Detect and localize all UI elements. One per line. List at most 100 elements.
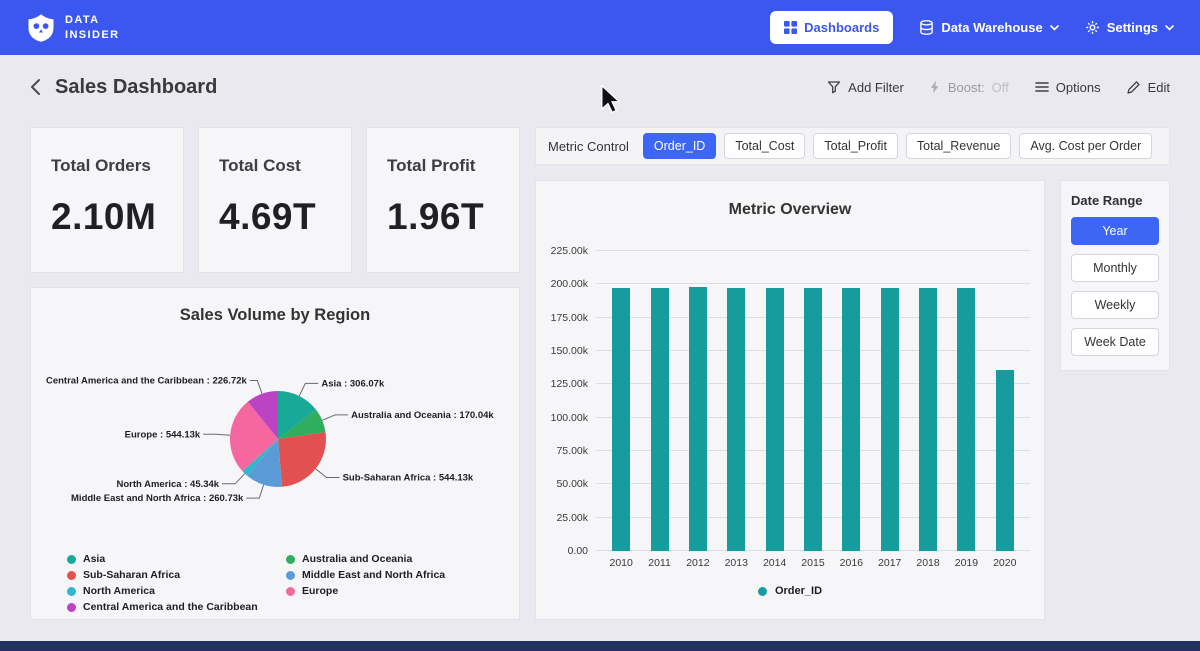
page-title: Sales Dashboard	[55, 76, 217, 99]
legend-dot	[67, 603, 76, 612]
y-axis-tick: 175.00k	[551, 312, 588, 324]
legend-item-sub-saharan-africa: Sub-Saharan Africa	[67, 569, 280, 581]
bar-2010[interactable]	[612, 288, 630, 551]
add-filter-label: Add Filter	[848, 80, 904, 95]
date-range-button-monthly[interactable]: Monthly	[1071, 254, 1159, 282]
legend-label: Order_ID	[775, 585, 822, 597]
bar-2011[interactable]	[651, 288, 669, 551]
pencil-icon	[1127, 80, 1141, 94]
legend-label: Central America and the Caribbean	[83, 601, 258, 613]
pie-callout-line	[316, 469, 340, 478]
metric-button-order-id[interactable]: Order_ID	[643, 133, 716, 159]
pie-chart-card: Sales Volume by Region Asia : 306.07kAus…	[30, 287, 520, 620]
legend-item-europe: Europe	[286, 585, 499, 597]
legend-item-asia: Asia	[67, 553, 280, 565]
edit-button[interactable]: Edit	[1127, 80, 1170, 95]
logo[interactable]: DATA INSIDER	[26, 13, 119, 43]
database-icon	[919, 20, 934, 35]
dashboards-button[interactable]: Dashboards	[770, 11, 893, 44]
plot-area	[596, 235, 1030, 551]
pie-label-central-america-and-the-caribbean: Central America and the Caribbean : 226.…	[46, 376, 248, 387]
metric-button-group: Order_ID Total_Cost Total_Profit Total_Reve…	[643, 133, 1152, 159]
bar-2017[interactable]	[881, 288, 899, 551]
bar-2018[interactable]	[919, 288, 937, 551]
kpi-label: Total Profit	[387, 156, 499, 176]
legend-dot	[286, 587, 295, 596]
kpi-card-total-profit: Total Profit 1.96T	[366, 127, 520, 273]
boost-value: Off	[992, 80, 1009, 95]
add-filter-button[interactable]: Add Filter	[827, 80, 904, 95]
data-warehouse-label: Data Warehouse	[941, 20, 1042, 35]
main-content: Total Orders 2.10M Total Cost 4.69T Tota…	[0, 127, 1200, 620]
kpi-card-total-cost: Total Cost 4.69T	[198, 127, 352, 273]
pie-callout-line	[299, 383, 318, 396]
back-button[interactable]	[30, 78, 41, 96]
bar-2014[interactable]	[766, 288, 784, 551]
pie-callout-line	[322, 415, 348, 420]
pie-label-sub-saharan-africa: Sub-Saharan Africa : 544.13k	[343, 473, 474, 484]
edit-label: Edit	[1148, 80, 1170, 95]
list-icon	[1035, 81, 1049, 93]
metric-button-total-profit[interactable]: Total_Profit	[813, 133, 898, 159]
x-axis-label: 2010	[612, 557, 630, 569]
date-range-button-weekly[interactable]: Weekly	[1071, 291, 1159, 319]
pie-label-australia-and-oceania: Australia and Oceania : 170.04k	[351, 410, 494, 421]
page-header: Sales Dashboard Add Filter Boost: Off Op…	[0, 55, 1200, 113]
x-axis-label: 2020	[996, 557, 1014, 569]
grid-icon	[784, 21, 797, 34]
boost-toggle[interactable]: Boost: Off	[930, 80, 1009, 95]
options-label: Options	[1056, 80, 1101, 95]
pie-chart-title: Sales Volume by Region	[45, 306, 505, 325]
x-axis-label: 2017	[881, 557, 899, 569]
metric-control-label: Metric Control	[548, 139, 629, 154]
legend-label: Middle East and North Africa	[302, 569, 445, 581]
legend-item-north-america: North America	[67, 585, 280, 597]
metric-button-avg-cost-per-order[interactable]: Avg. Cost per Order	[1019, 133, 1152, 159]
x-axis-label: 2019	[957, 557, 975, 569]
settings-button[interactable]: Settings	[1085, 20, 1174, 35]
kpi-value: 1.96T	[387, 196, 499, 238]
data-warehouse-button[interactable]: Data Warehouse	[919, 20, 1058, 35]
options-button[interactable]: Options	[1035, 80, 1101, 95]
y-axis: 0.0025.00k50.00k75.00k100.00k125.00k150.…	[550, 235, 596, 551]
y-axis-tick: 25.00k	[556, 512, 588, 524]
date-range-button-week-date[interactable]: Week Date	[1071, 328, 1159, 356]
y-axis-tick: 75.00k	[556, 445, 588, 457]
x-axis-label: 2012	[689, 557, 707, 569]
pie-slice-sub-saharan-africa[interactable]	[278, 432, 326, 487]
pie-label-north-america: North America : 45.34k	[116, 479, 219, 490]
bar-2016[interactable]	[842, 288, 860, 551]
bar-chart-title: Metric Overview	[550, 201, 1030, 219]
pie-label-middle-east-and-north-africa: Middle East and North Africa : 260.73k	[71, 493, 244, 504]
pie-label-europe: Europe : 544.13k	[125, 429, 201, 440]
y-axis-tick: 0.00	[568, 545, 588, 557]
date-range-button-year[interactable]: Year	[1071, 217, 1159, 245]
bar-2013[interactable]	[727, 288, 745, 551]
settings-label: Settings	[1107, 20, 1158, 35]
bar-2012[interactable]	[689, 287, 707, 551]
legend-item-australia-and-oceania: Australia and Oceania	[286, 553, 499, 565]
bar-chart: 0.0025.00k50.00k75.00k100.00k125.00k150.…	[550, 235, 1030, 551]
legend-label: Asia	[83, 553, 105, 565]
bar-2015[interactable]	[804, 288, 822, 551]
legend-dot	[67, 571, 76, 580]
bar-2020[interactable]	[996, 370, 1014, 551]
logo-text-line2: INSIDER	[65, 28, 119, 43]
boost-label: Boost:	[948, 80, 985, 95]
kpi-label: Total Cost	[219, 156, 331, 176]
metric-button-total-cost[interactable]: Total_Cost	[724, 133, 805, 159]
legend-label: Sub-Saharan Africa	[83, 569, 180, 581]
bar-chart-card: Metric Overview 0.0025.00k50.00k75.00k10…	[535, 180, 1045, 620]
date-range-title: Date Range	[1071, 193, 1159, 208]
metric-button-total-revenue[interactable]: Total_Revenue	[906, 133, 1011, 159]
bar-2019[interactable]	[957, 288, 975, 551]
x-axis-label: 2018	[919, 557, 937, 569]
x-axis: 2010201120122013201420152016201720182019…	[596, 557, 1030, 569]
legend-item-central-america-and-the-caribbean: Central America and the Caribbean	[67, 601, 280, 613]
bar-chart-legend: Order_ID	[550, 585, 1030, 597]
y-axis-tick: 150.00k	[551, 345, 588, 357]
pie-callout-line	[246, 485, 263, 498]
footer-bar	[0, 641, 1200, 651]
y-axis-tick: 125.00k	[551, 378, 588, 390]
kpi-card-total-orders: Total Orders 2.10M	[30, 127, 184, 273]
